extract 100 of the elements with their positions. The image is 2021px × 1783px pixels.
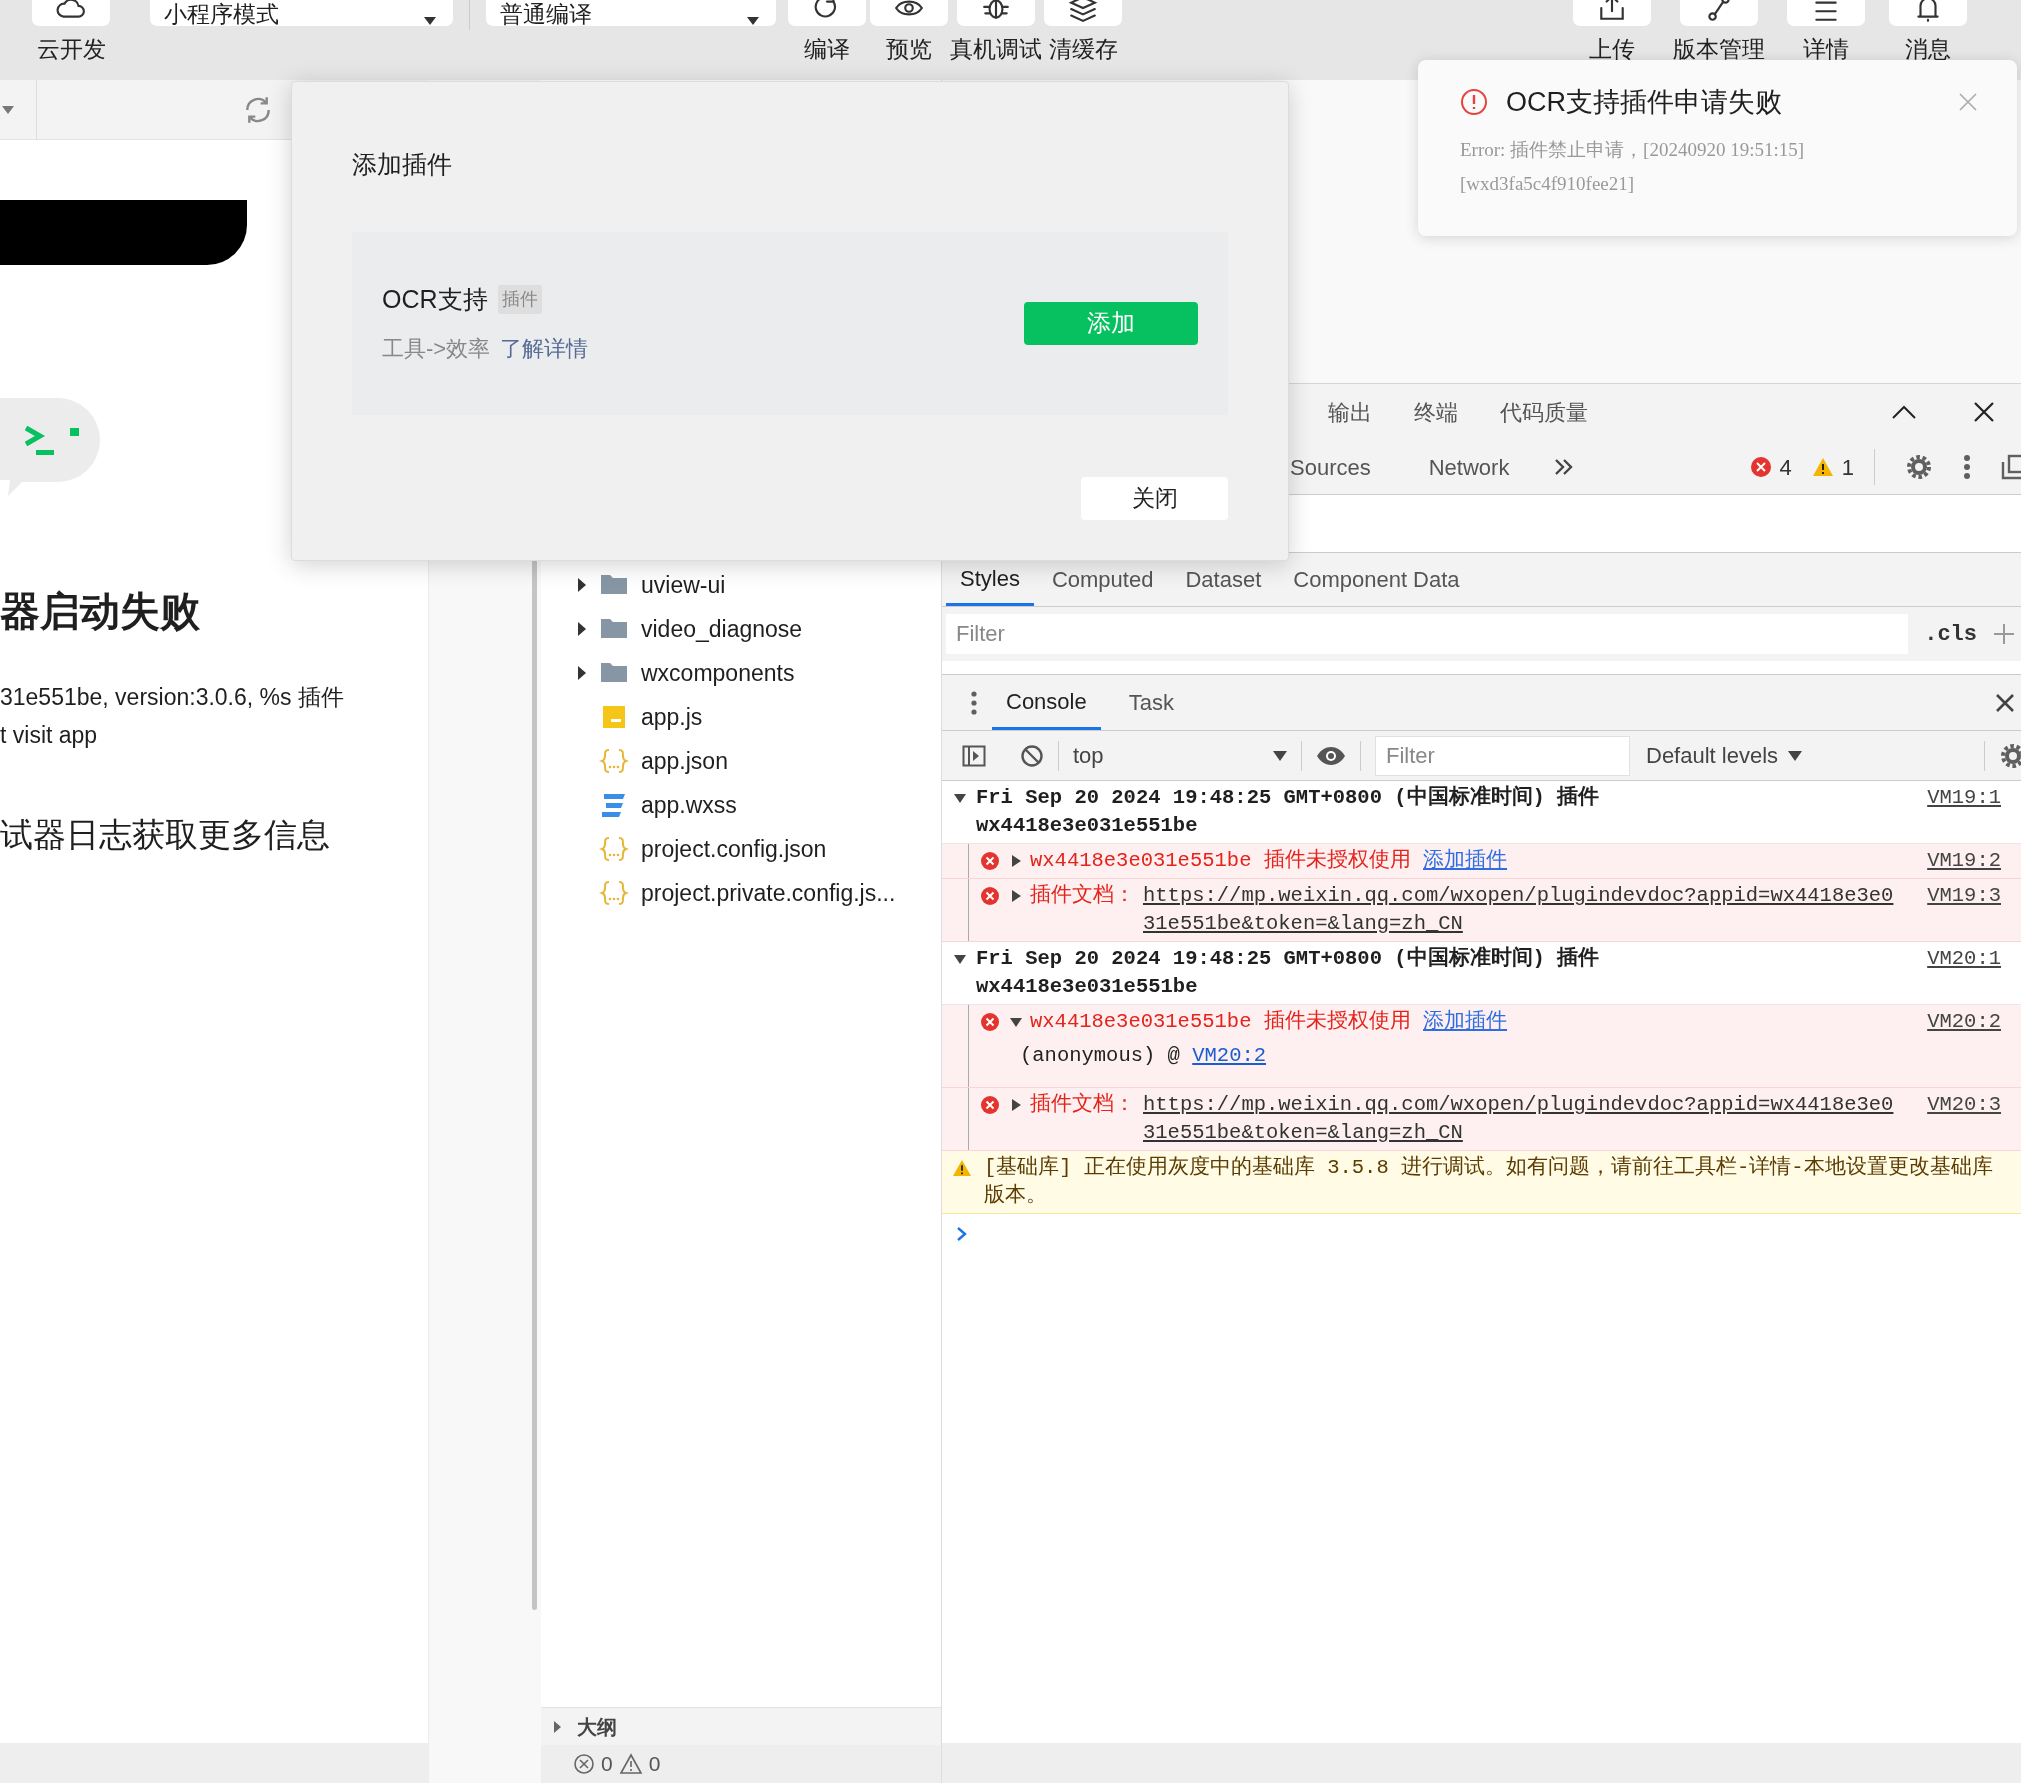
expand-arrow-icon[interactable]: [1010, 1099, 1022, 1111]
prompt-icon[interactable]: [956, 1226, 968, 1242]
source-link[interactable]: VM20:2: [1915, 1008, 2001, 1036]
compile-select[interactable]: 普通编译: [486, 0, 776, 26]
error-details: 31e551be, version:3.0.6, %s 插件 t visit app: [0, 683, 345, 750]
levels-select[interactable]: Default levels: [1646, 739, 1803, 772]
chevron-up-icon: [1891, 404, 1917, 420]
tab[interactable]: Task: [1114, 675, 1188, 730]
expand-arrow-icon[interactable]: [577, 622, 587, 636]
mode-select[interactable]: 小程序模式: [150, 0, 453, 26]
details-link[interactable]: 了解详情: [500, 332, 589, 366]
sidebar-toggle-icon[interactable]: [962, 744, 986, 767]
error-count-icon: [573, 1753, 595, 1775]
toolbar-button[interactable]: 真机调试: [950, 0, 1042, 61]
close-button[interactable]: [1995, 692, 2015, 713]
file-tree-item[interactable]: app.json: [541, 739, 941, 783]
stack-link[interactable]: VM20:2: [1192, 1044, 1267, 1067]
dock-icon[interactable]: [2001, 454, 2021, 480]
eye-icon[interactable]: [1316, 745, 1346, 766]
settings-icon[interactable]: [1905, 453, 1933, 481]
warning-icon: [1811, 457, 1834, 477]
file-tree-item[interactable]: project.config.json: [541, 827, 941, 871]
tab[interactable]: Console: [992, 675, 1101, 730]
double-chevron-icon: [1553, 457, 1574, 477]
source-link[interactable]: VM19:1: [1915, 784, 2001, 812]
scrollbar[interactable]: [532, 560, 537, 1610]
collapse-button[interactable]: [1891, 404, 1917, 420]
cls-button[interactable]: .cls: [1924, 617, 1977, 651]
close-icon: [1995, 692, 2015, 713]
warning-message: [基础库] 正在使用灰度中的基础库 3.5.8 进行调试。如有问题，请前往工具栏-详情-本地设置更改基础库版本。: [984, 1154, 1994, 1209]
toolbar-button[interactable]: 预览: [868, 0, 950, 61]
log-message: Fri Sep 20 2024 19:48:25 GMT+0800 (中国标准时间) 插件 wx4418e3e031e551be: [976, 945, 1600, 1000]
issues-counter[interactable]: 4 1: [1749, 450, 1854, 484]
file-tree-item[interactable]: uview-ui: [541, 563, 941, 607]
toolbar-button[interactable]: 版本管理: [1673, 0, 1765, 61]
plugin-category: 工具->效率: [382, 335, 491, 364]
error-icon: [980, 886, 1000, 906]
source-link[interactable]: VM20:1: [1915, 945, 2001, 973]
tab[interactable]: Dataset: [1171, 553, 1276, 606]
error-message: wx4418e3e031e551be 插件未授权使用 添加插件: [1030, 847, 1508, 874]
add-icon[interactable]: [1993, 623, 2015, 645]
settings-icon[interactable]: [1999, 741, 2021, 770]
file-tree-item[interactable]: app.js: [541, 695, 941, 739]
toolbar-button[interactable]: 消息: [1887, 0, 1969, 61]
expand-arrow-icon[interactable]: [577, 666, 587, 680]
more-tabs-button[interactable]: [1553, 457, 1574, 477]
toolbar-button[interactable]: 云开发: [30, 0, 112, 61]
error-icon: [1749, 456, 1772, 478]
tab[interactable]: 终端: [1400, 384, 1472, 440]
expand-arrow-icon[interactable]: [954, 792, 966, 804]
more-icon[interactable]: [970, 690, 978, 715]
file-tree-item[interactable]: project.private.config.js...: [541, 871, 941, 915]
expand-arrow-icon[interactable]: [577, 578, 587, 592]
source-link[interactable]: VM20:3: [1915, 1091, 2001, 1119]
expand-arrow-icon[interactable]: [1010, 855, 1022, 867]
expand-arrow-icon[interactable]: [954, 953, 966, 965]
context-select[interactable]: top: [1073, 739, 1287, 772]
braces-icon: [599, 878, 629, 908]
plugin-tag: 插件: [497, 285, 542, 314]
tab[interactable]: Component Data: [1279, 553, 1474, 606]
tab[interactable]: Computed: [1037, 553, 1168, 606]
notification-title: OCR支持插件申请失败: [1506, 86, 1782, 119]
error-icon: [980, 1095, 1000, 1115]
plugin-name: OCR支持: [382, 283, 488, 315]
warning-icon: [952, 1159, 972, 1177]
tab[interactable]: 代码质量: [1486, 384, 1602, 440]
filter-input[interactable]: Filter: [1375, 735, 1630, 776]
doc-url-link[interactable]: https://mp.weixin.qq.com/wxopen/plugindevdoc?appid=wx4418e3e031e551be&token=&lang=zh_CN: [1143, 1091, 1906, 1147]
add-plugin-link[interactable]: 添加插件: [1423, 849, 1508, 872]
file-tree-item[interactable]: video_diagnose: [541, 607, 941, 651]
error-heading: 器启动失败: [0, 588, 201, 635]
caret-icon: [746, 16, 760, 26]
source-link[interactable]: VM19:2: [1915, 847, 2001, 875]
clear-console-icon[interactable]: [1020, 743, 1044, 768]
tab[interactable]: Sources: [1276, 440, 1385, 494]
more-icon[interactable]: [1963, 454, 1971, 480]
error-hint: 试器日志获取更多信息: [0, 815, 331, 855]
add-plugin-link[interactable]: 添加插件: [1423, 1010, 1508, 1033]
dropdown-caret-icon[interactable]: [2, 105, 14, 114]
outline-label[interactable]: 大纲: [577, 1711, 617, 1742]
tab[interactable]: 输出: [1314, 384, 1386, 440]
upload-icon: [1597, 0, 1627, 23]
alert-icon: [1460, 88, 1488, 117]
expand-arrow-icon[interactable]: [1010, 1016, 1022, 1028]
tab[interactable]: Network: [1414, 440, 1524, 494]
toolbar-button[interactable]: 上传: [1571, 0, 1653, 61]
toolbar-button[interactable]: 编译: [786, 0, 868, 61]
source-link[interactable]: VM19:3: [1915, 882, 2001, 910]
close-button[interactable]: [1973, 401, 1995, 423]
expand-arrow-icon[interactable]: [1010, 890, 1022, 902]
caret-icon: [423, 16, 437, 26]
file-tree-item[interactable]: app.wxss: [541, 783, 941, 827]
close-button[interactable]: 关闭: [1081, 477, 1228, 520]
warning-count: 0: [648, 1751, 661, 1778]
doc-label: 插件文档：: [1030, 882, 1135, 909]
doc-url-link[interactable]: https://mp.weixin.qq.com/wxopen/plugindevdoc?appid=wx4418e3e031e551be&token=&lang=zh_CN: [1143, 882, 1906, 938]
toolbar-button[interactable]: 详情: [1785, 0, 1867, 61]
file-tree-item[interactable]: wxcomponents: [541, 651, 941, 695]
filter-input[interactable]: Filter: [946, 614, 1909, 654]
toolbar-button[interactable]: 清缓存: [1042, 0, 1124, 61]
